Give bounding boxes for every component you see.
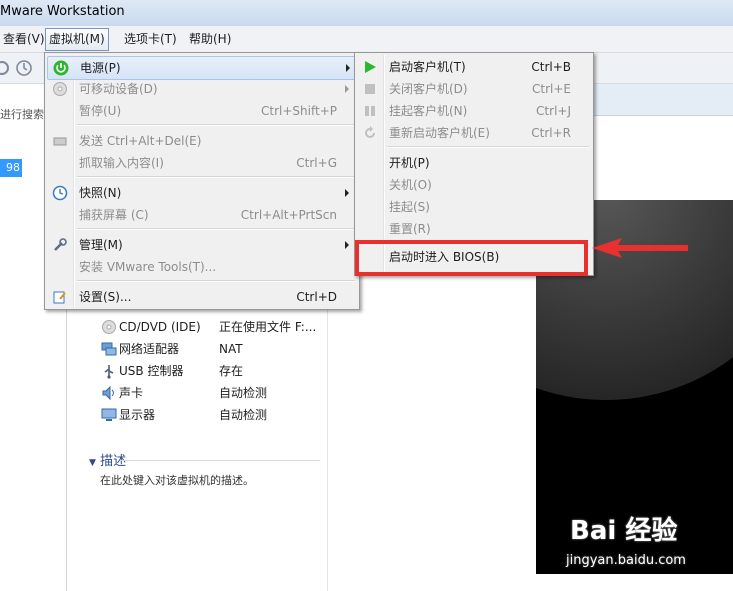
vm-menu-item-5[interactable]: 快照(N)	[47, 182, 355, 204]
menu-separator	[77, 124, 355, 126]
hardware-name[interactable]: 网络适配器	[119, 339, 179, 359]
menu-item-shortcut: Ctrl+G	[296, 156, 337, 170]
window-title: Mware Workstation	[0, 4, 125, 19]
collapse-arrow-icon[interactable]: ▼	[89, 458, 96, 468]
menu-separator	[77, 176, 355, 178]
play-icon	[365, 61, 376, 73]
power-menu-item-6[interactable]: 挂起(S)	[357, 196, 589, 218]
menu-item-label: 设置(S)...	[79, 290, 132, 304]
hardware-value: 自动检测	[219, 386, 268, 400]
cd-icon	[102, 320, 116, 334]
usb-icon	[104, 365, 114, 379]
menu-item-label: 捕获屏幕 (C)	[79, 208, 149, 222]
hardware-name[interactable]: 显示器	[119, 405, 155, 425]
menu-item-label: 暂停(U)	[79, 104, 122, 118]
menu-item-label: 可移动设备(D)	[79, 82, 158, 96]
stop-icon	[365, 84, 375, 94]
description-placeholder[interactable]: 在此处键入对该虚拟机的描述。	[100, 472, 254, 488]
settings-icon	[53, 291, 66, 304]
menu-view[interactable]: 查看(V)	[0, 30, 48, 49]
vm-menu-item-8[interactable]: 安装 VMware Tools(T)...	[47, 256, 355, 278]
menu-item-label: 开机(P)	[389, 156, 430, 170]
power-menu-item-1[interactable]: 关闭客户机(D) Ctrl+E	[357, 78, 589, 100]
vm-menu-item-9[interactable]: 设置(S)... Ctrl+D	[47, 286, 355, 308]
menu-item-label: 挂起(S)	[389, 200, 430, 214]
monitor-icon	[101, 408, 117, 421]
hardware-value: NAT	[219, 342, 243, 356]
keyboard-icon	[53, 137, 67, 146]
power-menu-item-3[interactable]: 重新启动客户机(E) Ctrl+R	[357, 122, 589, 144]
menu-item-shortcut: Ctrl+Alt+PrtScn	[240, 208, 337, 222]
menu-item-shortcut: Ctrl+Shift+P	[261, 104, 337, 118]
menu-item-shortcut: Ctrl+R	[531, 126, 571, 140]
vm-menu-item-3[interactable]: 发送 Ctrl+Alt+Del(E)	[47, 130, 355, 152]
description-divider	[120, 460, 320, 461]
snapshot-icon	[52, 185, 68, 201]
wrench-icon	[54, 238, 67, 251]
menu-bar: 查看(V) 虚拟机(M) 选项卡(T) 帮助(H)	[0, 26, 733, 53]
annotation-arrow-icon	[592, 238, 688, 258]
menu-item-shortcut: Ctrl+D	[296, 290, 337, 304]
pause-icon	[365, 106, 375, 116]
description-title: 描述	[100, 454, 127, 469]
menu-vm[interactable]: 虚拟机(M)	[45, 28, 109, 51]
menu-item-label: 电源(P)	[80, 61, 121, 75]
menu-separator	[387, 146, 589, 148]
vm-menu: 电源(P) 可移动设备(D) 暂停(U) Ctrl+Shift+P 发送 Ctrl+Al…	[44, 52, 360, 310]
selected-vm-item[interactable]: 98	[0, 159, 22, 177]
power-menu-item-2[interactable]: 挂起客户机(N) Ctrl+J	[357, 100, 589, 122]
menu-separator	[77, 228, 355, 230]
submenu-arrow-icon	[345, 85, 349, 93]
hardware-name[interactable]: USB 控制器	[119, 361, 183, 381]
vm-menu-item-2[interactable]: 暂停(U) Ctrl+Shift+P	[47, 100, 355, 122]
menu-help[interactable]: 帮助(H)	[186, 30, 234, 49]
menu-item-label: 启动客户机(T)	[389, 60, 466, 74]
menu-item-label: 挂起客户机(N)	[389, 104, 468, 118]
vm-menu-item-0[interactable]: 电源(P)	[47, 56, 357, 80]
title-bar: Mware Workstation	[0, 0, 733, 26]
submenu-arrow-icon	[345, 241, 349, 249]
power-menu-item-7[interactable]: 重置(R)	[357, 218, 589, 240]
menu-item-label: 安装 VMware Tools(T)...	[79, 260, 217, 274]
hardware-name[interactable]: CD/DVD (IDE)	[119, 317, 201, 337]
hardware-value: 存在	[219, 364, 244, 378]
power-menu-item-4[interactable]: 开机(P)	[357, 152, 589, 174]
menu-item-label: 重置(R)	[389, 222, 431, 236]
menu-item-shortcut: Ctrl+J	[536, 104, 571, 118]
library-search-input[interactable]: 进行搜索	[0, 106, 48, 126]
vm-menu-item-1[interactable]: 可移动设备(D)	[47, 78, 355, 100]
menu-item-label: 管理(M)	[79, 238, 123, 252]
network-icon	[101, 342, 117, 356]
watermark-url: jingyan.baidu.com	[566, 553, 686, 568]
vm-menu-item-7[interactable]: 管理(M)	[47, 234, 355, 256]
submenu-arrow-icon	[346, 64, 350, 72]
speaker-icon	[102, 385, 114, 401]
power-menu-item-5[interactable]: 关机(O)	[357, 174, 589, 196]
baidu-jingyan-logo: Bai 经验	[570, 516, 678, 546]
menu-item-label: 快照(N)	[79, 186, 122, 200]
hardware-value: 正在使用文件 F:...	[219, 320, 317, 334]
menu-item-label: 关机(O)	[389, 178, 432, 192]
vm-menu-item-4[interactable]: 抓取输入内容(I) Ctrl+G	[47, 152, 355, 174]
menu-item-label: 发送 Ctrl+Alt+Del(E)	[79, 134, 202, 148]
menu-item-shortcut: Ctrl+B	[531, 60, 571, 74]
power-menu-item-0[interactable]: 启动客户机(T) Ctrl+B	[357, 56, 589, 78]
toolbar-arrow-icon[interactable]	[0, 59, 10, 77]
vm-menu-item-6[interactable]: 捕获屏幕 (C) Ctrl+Alt+PrtScn	[47, 204, 355, 226]
annotation-highlight-box	[355, 240, 588, 276]
snapshot-manager-icon[interactable]	[14, 59, 34, 77]
hardware-value: 自动检测	[219, 408, 268, 422]
restart-icon	[365, 126, 375, 138]
menu-item-label: 抓取输入内容(I)	[79, 156, 164, 170]
menu-tabs[interactable]: 选项卡(T)	[121, 30, 180, 49]
menu-item-label: 关闭客户机(D)	[389, 82, 468, 96]
menu-item-label: 重新启动客户机(E)	[389, 126, 490, 140]
power-icon	[53, 60, 69, 76]
menu-separator	[77, 280, 355, 282]
submenu-arrow-icon	[345, 189, 349, 197]
cd-icon	[53, 82, 67, 96]
hardware-name[interactable]: 声卡	[119, 383, 143, 403]
menu-item-shortcut: Ctrl+E	[532, 82, 571, 96]
